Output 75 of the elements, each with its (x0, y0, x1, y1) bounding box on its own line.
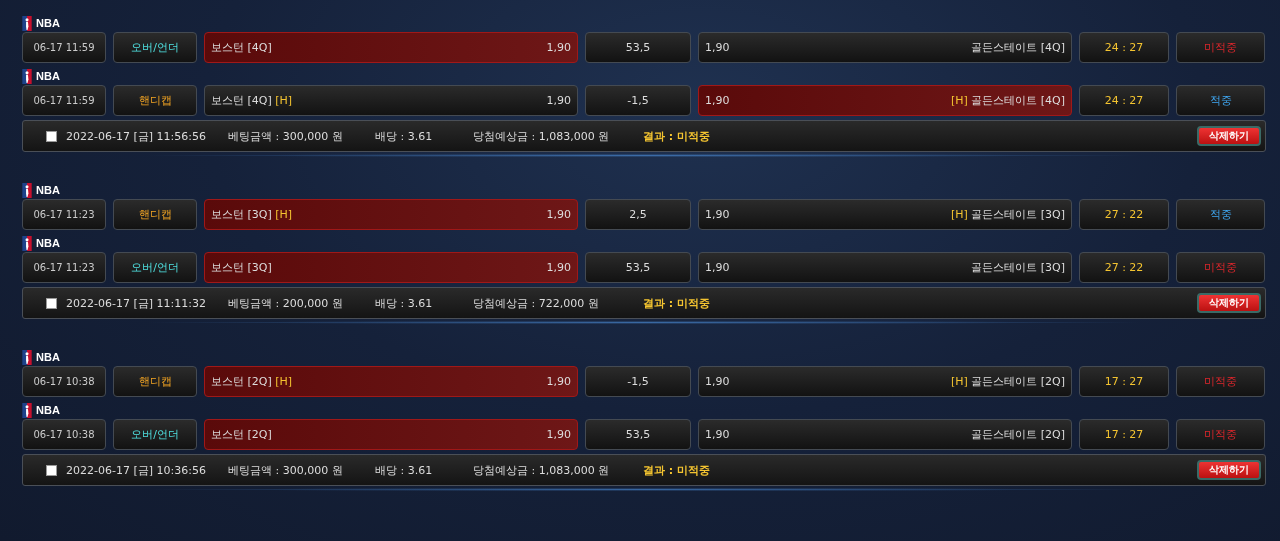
bet-odds: 배당 : 3.61 (375, 128, 434, 144)
league-name: NBA (36, 351, 60, 363)
bet-date: 2022-06-17 [금] 11:11:32 (66, 295, 207, 311)
result-status: 적중 (1176, 85, 1265, 116)
league-logo-icon (22, 402, 32, 418)
away-team-option[interactable]: 1,90 골든스테이트 [3Q] (698, 252, 1072, 283)
home-team-option[interactable]: 보스턴 [3Q] [H] 1,90 (204, 199, 578, 230)
result-status: 미적중 (1176, 419, 1265, 450)
bet-type: 핸디캡 (113, 199, 197, 230)
select-checkbox[interactable] (46, 297, 57, 309)
league-logo-icon (22, 68, 32, 84)
line-value: 53,5 (585, 252, 691, 283)
result-status: 미적중 (1176, 366, 1265, 397)
home-team-option[interactable]: 보스턴 [3Q] 1,90 (204, 252, 578, 283)
line-value: -1,5 (585, 366, 691, 397)
bet-type: 핸디캡 (113, 366, 197, 397)
match-time: 06-17 10:38 (22, 366, 106, 397)
match-time: 06-17 11:23 (22, 252, 106, 283)
slip-result: 결과 : 미적중 (643, 295, 711, 311)
result-status: 적중 (1176, 199, 1265, 230)
bet-amount: 베팅금액 : 200,000 원 (228, 295, 344, 311)
bet-type: 오버/언더 (113, 419, 197, 450)
league-logo-icon (22, 235, 32, 251)
bet-date: 2022-06-17 [금] 11:56:56 (66, 128, 207, 144)
bet-type: 핸디캡 (113, 85, 197, 116)
match-time: 06-17 11:23 (22, 199, 106, 230)
slip-result: 결과 : 미적중 (643, 462, 711, 478)
league-name: NBA (36, 17, 60, 29)
bet-date: 2022-06-17 [금] 10:36:56 (66, 462, 207, 478)
away-team-option[interactable]: 1,90 [H] 골든스테이트 [3Q] (698, 199, 1072, 230)
delete-button[interactable]: 삭제하기 (1197, 293, 1261, 313)
league-logo-icon (22, 182, 32, 198)
league-name: NBA (36, 70, 60, 82)
score: 17 : 27 (1079, 419, 1169, 450)
score: 24 : 27 (1079, 85, 1169, 116)
slip-result: 결과 : 미적중 (643, 128, 711, 144)
expected-payout: 당첨예상금 : 722,000 원 (473, 295, 600, 311)
league-name: NBA (36, 404, 60, 416)
away-team-option[interactable]: 1,90 골든스테이트 [2Q] (698, 419, 1072, 450)
delete-button[interactable]: 삭제하기 (1197, 460, 1261, 480)
score: 17 : 27 (1079, 366, 1169, 397)
home-team-option[interactable]: 보스턴 [4Q] [H] 1,90 (204, 85, 578, 116)
result-status: 미적중 (1176, 252, 1265, 283)
league-logo-icon (22, 349, 32, 365)
select-checkbox[interactable] (46, 130, 57, 142)
bet-type: 오버/언더 (113, 252, 197, 283)
score: 27 : 22 (1079, 252, 1169, 283)
line-value: 53,5 (585, 419, 691, 450)
bet-type: 오버/언더 (113, 32, 197, 63)
bet-amount: 베팅금액 : 300,000 원 (228, 462, 344, 478)
match-time: 06-17 11:59 (22, 32, 106, 63)
select-checkbox[interactable] (46, 464, 57, 476)
away-team-option[interactable]: 1,90 [H] 골든스테이트 [2Q] (698, 366, 1072, 397)
score: 27 : 22 (1079, 199, 1169, 230)
home-team-option[interactable]: 보스턴 [4Q] 1,90 (204, 32, 578, 63)
expected-payout: 당첨예상금 : 1,083,000 원 (473, 462, 611, 478)
delete-button[interactable]: 삭제하기 (1197, 126, 1261, 146)
league-logo-icon (22, 15, 32, 31)
result-status: 미적중 (1176, 32, 1265, 63)
league-name: NBA (36, 237, 60, 249)
bet-odds: 배당 : 3.61 (375, 462, 434, 478)
expected-payout: 당첨예상금 : 1,083,000 원 (473, 128, 611, 144)
bet-amount: 베팅금액 : 300,000 원 (228, 128, 344, 144)
home-team-option[interactable]: 보스턴 [2Q] 1,90 (204, 419, 578, 450)
away-team-option[interactable]: 1,90 골든스테이트 [4Q] (698, 32, 1072, 63)
away-team-option[interactable]: 1,90 [H] 골든스테이트 [4Q] (698, 85, 1072, 116)
bet-odds: 배당 : 3.61 (375, 295, 434, 311)
league-name: NBA (36, 184, 60, 196)
home-team-option[interactable]: 보스턴 [2Q] [H] 1,90 (204, 366, 578, 397)
line-value: -1,5 (585, 85, 691, 116)
line-value: 53,5 (585, 32, 691, 63)
match-time: 06-17 11:59 (22, 85, 106, 116)
match-time: 06-17 10:38 (22, 419, 106, 450)
line-value: 2,5 (585, 199, 691, 230)
score: 24 : 27 (1079, 32, 1169, 63)
